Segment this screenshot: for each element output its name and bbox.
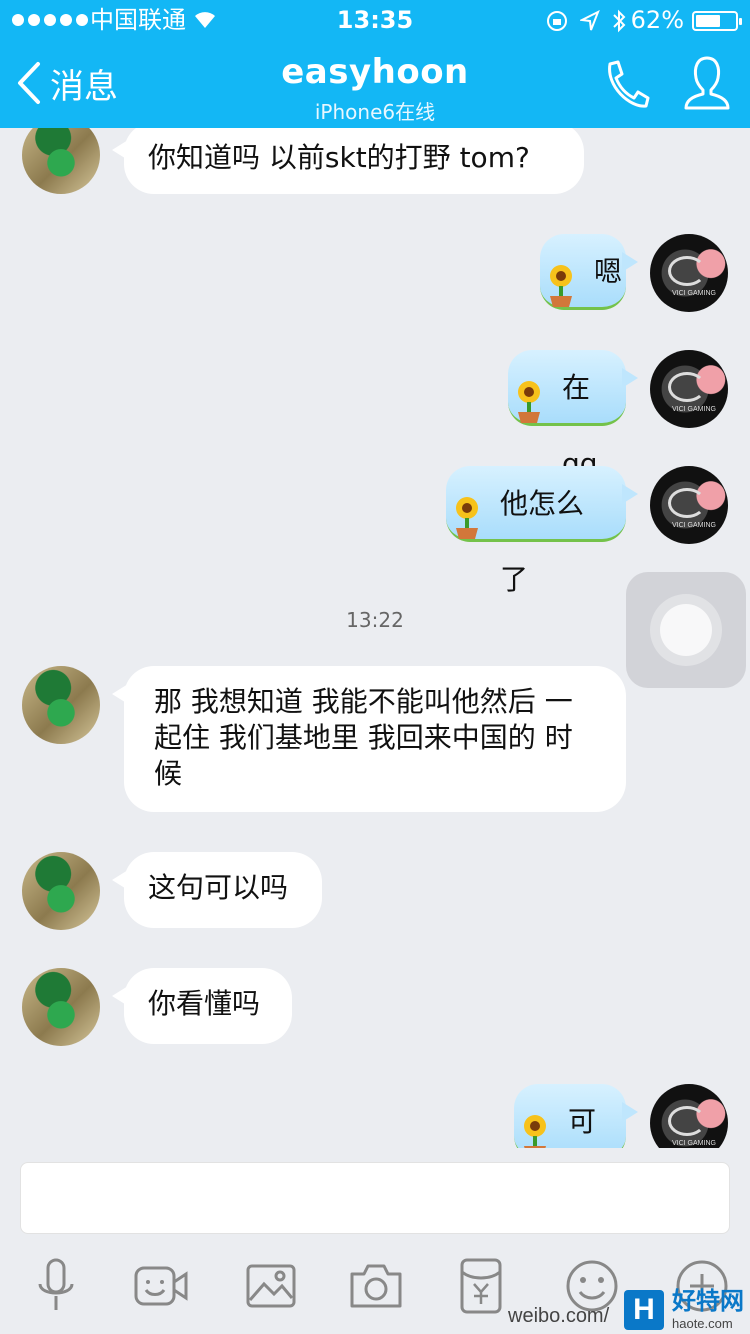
red-packet-button[interactable] xyxy=(456,1256,506,1316)
location-icon xyxy=(580,10,600,31)
sent-message[interactable]: 可以 xyxy=(514,1084,638,1148)
received-message[interactable]: 那 我想知道 我能不能叫他然后 一起住 我们基地里 我回来中国的 时候 xyxy=(112,666,626,812)
voice-button[interactable] xyxy=(26,1256,86,1316)
rotation-lock-icon xyxy=(547,11,567,31)
sent-message[interactable]: 他怎么了 xyxy=(446,466,638,596)
video-icon xyxy=(134,1266,188,1306)
site-watermark: H 好特网 haote.com xyxy=(624,1290,744,1330)
sent-message-text: 可以 xyxy=(568,1105,597,1138)
contact-avatar[interactable] xyxy=(22,666,100,744)
sent-message-text: 嗯 xyxy=(594,255,623,288)
received-message[interactable]: 这句可以吗 xyxy=(112,852,322,928)
status-bar: 中国联通 13:35 62% xyxy=(0,0,750,40)
profile-button[interactable] xyxy=(682,54,732,112)
video-button[interactable] xyxy=(132,1256,190,1316)
battery-icon xyxy=(692,11,742,31)
message-input[interactable] xyxy=(20,1162,730,1234)
chat-area[interactable]: 你知道吗 以前skt的打野 tom? 嗯 VICI GAMING 在qg VIC… xyxy=(0,128,750,1148)
sunflower-icon xyxy=(524,1115,546,1148)
sunflower-icon xyxy=(550,265,572,307)
my-avatar[interactable]: VICI GAMING xyxy=(650,234,728,312)
sent-message[interactable]: 嗯 xyxy=(540,234,638,310)
assistive-touch-button[interactable] xyxy=(626,572,746,688)
received-message[interactable]: 你知道吗 以前skt的打野 tom? xyxy=(112,128,584,194)
my-avatar[interactable]: VICI GAMING xyxy=(650,1084,728,1148)
site-name: 好特网 xyxy=(672,1288,744,1315)
mic-icon xyxy=(38,1258,74,1310)
sent-message-text: 他怎么了 xyxy=(500,487,585,596)
input-area: weibo.com/ H 好特网 haote.com xyxy=(0,1148,750,1334)
phone-icon xyxy=(608,60,650,108)
bluetooth-icon xyxy=(613,9,626,33)
contact-avatar[interactable] xyxy=(22,968,100,1046)
call-button[interactable] xyxy=(600,58,650,110)
my-avatar[interactable]: VICI GAMING xyxy=(650,350,728,428)
camera-button[interactable] xyxy=(346,1256,406,1316)
top-bar: 中国联通 13:35 62% 消息 easyhoon iPhone6在线 xyxy=(0,0,750,128)
red-packet-icon xyxy=(460,1258,502,1314)
contact-avatar[interactable] xyxy=(22,128,100,194)
weibo-watermark: weibo.com/ xyxy=(508,1305,610,1327)
image-icon xyxy=(246,1264,296,1308)
sunflower-icon xyxy=(518,381,540,423)
contact-avatar[interactable] xyxy=(22,852,100,930)
image-button[interactable] xyxy=(242,1256,302,1316)
received-message[interactable]: 你看懂吗 xyxy=(112,968,292,1044)
my-avatar[interactable]: VICI GAMING xyxy=(650,466,728,544)
sent-message[interactable]: 在qg xyxy=(508,350,638,480)
sent-message-text: 在qg xyxy=(562,371,598,480)
sunflower-icon xyxy=(456,497,478,539)
camera-icon xyxy=(350,1264,402,1308)
profile-icon xyxy=(684,56,730,110)
battery-percent: 62% xyxy=(630,6,684,34)
site-logo: H xyxy=(624,1290,664,1330)
site-url: haote.com xyxy=(672,1316,733,1331)
